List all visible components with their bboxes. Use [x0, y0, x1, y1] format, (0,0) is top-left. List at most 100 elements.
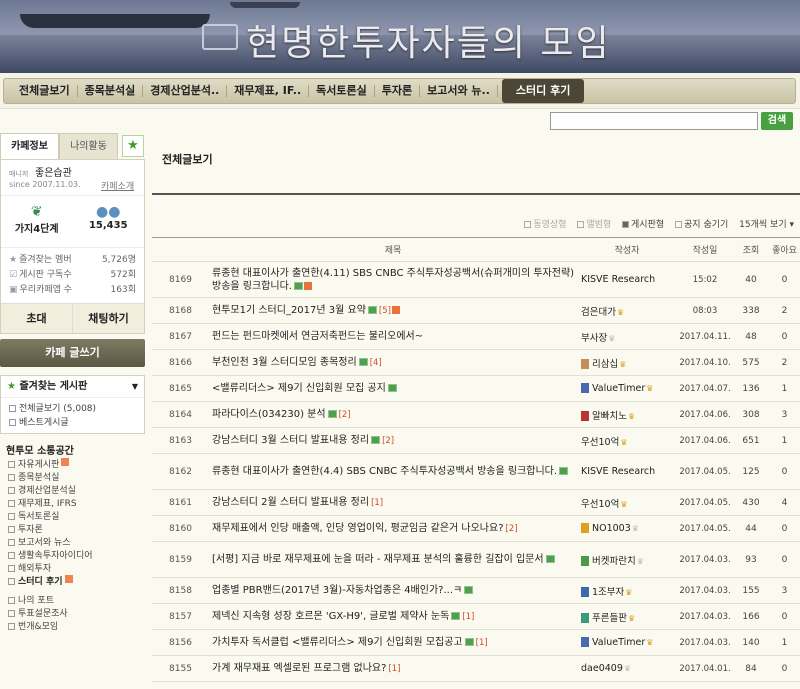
post-author[interactable]: 우선10억 — [581, 499, 619, 510]
manager-name[interactable]: 좋은습관 — [35, 164, 72, 179]
menu-item[interactable]: 해외투자 — [0, 561, 145, 574]
post-title-link[interactable]: 파라다이스(034230) 분석 — [212, 409, 326, 420]
comment-count[interactable]: [4] — [370, 358, 382, 368]
post-title-link[interactable]: 강남스터디 2월 스터디 발표내용 정리 — [212, 497, 369, 508]
menu-item[interactable]: 나의 포트 — [0, 593, 145, 606]
menu-item[interactable]: 보고서와 뉴스 — [0, 535, 145, 548]
menu-item[interactable]: 투자론 — [0, 522, 145, 535]
view-album[interactable]: 앨범형 — [577, 217, 611, 230]
nav-item-active[interactable]: 스터디 후기 — [501, 79, 585, 103]
post-title-link[interactable]: 재무제표에서 인당 매출액, 인당 영업이익, 평균임금 같은거 나오나요? — [212, 523, 504, 534]
per-page-select[interactable]: 15개씩 보기 ▾ — [739, 217, 794, 230]
fav-header[interactable]: ★ 즐겨찾는 게시판 ▼ — [1, 376, 144, 398]
menu-item[interactable]: 자유게시판 — [0, 457, 145, 470]
post-title-cell: 가계 재무재표 엑셀로된 프로그램 없나요? [1] — [209, 655, 577, 682]
post-author[interactable]: 부사장 — [581, 333, 607, 344]
view-board[interactable]: 게시판형 — [622, 217, 664, 230]
post-author[interactable]: KISVE Research — [581, 466, 655, 477]
star-icon[interactable]: ★ — [122, 135, 144, 157]
view-video[interactable]: 동영상형 — [524, 217, 566, 230]
member-stat[interactable]: ●● 15,435 — [73, 196, 145, 247]
post-title-link[interactable]: 펀드는 펀드마켓에서 연금저축펀드는 불리오에서~ — [212, 331, 423, 342]
comment-count[interactable]: [1] — [371, 498, 383, 508]
board-icon — [8, 500, 15, 507]
post-title-link[interactable]: 류종현 대표이사가 출연한(4.11) SBS CNBC 주식투자성공백서(슈퍼… — [212, 268, 574, 292]
post-title-link[interactable]: 현투모1기 스터디_2017년 3월 요약 — [212, 305, 366, 316]
post-author[interactable]: dae0409 — [581, 663, 623, 674]
post-author[interactable]: 알빠치노 — [592, 411, 627, 422]
tab-my-activity[interactable]: 나의활동 — [59, 133, 118, 159]
tab-cafe-info[interactable]: 카페정보 — [0, 133, 59, 159]
comment-count[interactable]: [1] — [476, 638, 488, 648]
post-title-link[interactable]: 가치투자 독서클럽 <밸류리더스> 제9기 신입회원 모집공고 — [212, 637, 463, 648]
cafe-intro-link[interactable]: 카페소개 — [101, 179, 134, 192]
post-title-link[interactable]: 가계 재무재표 엑셀로된 프로그램 없나요? — [212, 663, 386, 674]
post-number: 8161 — [152, 489, 209, 516]
comment-count[interactable]: [5] — [379, 306, 391, 316]
post-title-link[interactable]: 제넥신 지속형 성장 호르몬 'GX-H9', 글로벌 제약사 눈독 — [212, 611, 449, 622]
nav-item[interactable]: 재무제표, IF.. — [227, 85, 310, 97]
write-post-button[interactable]: 카페 글쓰기 — [0, 339, 145, 367]
nav-item[interactable]: 투자론 — [375, 85, 421, 97]
post-title-link[interactable]: 강남스터디 3월 스터디 발표내용 정리 — [212, 435, 369, 446]
crown-icon: ♛ — [646, 384, 654, 393]
fav-board-label: 베스트게시글 — [19, 418, 69, 428]
post-likes: 0 — [769, 655, 800, 682]
fav-board-item[interactable]: 베스트게시글 — [1, 415, 144, 429]
post-author[interactable]: ValueTimer — [592, 637, 645, 648]
comment-count[interactable]: [2] — [339, 410, 351, 420]
menu-item[interactable]: 생활속투자아이디어 — [0, 548, 145, 561]
chat-button[interactable]: 채팅하기 — [73, 304, 144, 333]
comment-count[interactable]: [2] — [506, 524, 518, 534]
post-title-link[interactable]: 업종별 PBR밴드(2017년 3월)-자동차업종은 4배인가?...ㅋ — [212, 585, 462, 596]
menu-label: 경제산업분석실 — [18, 486, 76, 496]
menu-label: 투표설문조사 — [18, 609, 68, 619]
hide-notice-checkbox[interactable] — [675, 221, 683, 228]
post-title-link[interactable]: 류종현 대표이사가 출연한(4.4) SBS CNBC 주식투자성공백서 방송을… — [212, 466, 557, 477]
post-title-link[interactable]: 부천인천 3월 스터디모임 종목정리 — [212, 357, 357, 368]
post-author[interactable]: NO1003 — [592, 523, 631, 534]
nav-item[interactable]: 독서토론실 — [309, 85, 375, 97]
nav-item[interactable]: 보고서와 뉴.. — [420, 85, 498, 97]
menu-item[interactable]: 종목분석실 — [0, 470, 145, 483]
post-author-cell: NO1003♛ — [577, 515, 677, 542]
post-title-link[interactable]: <밸류리더스> 제9기 신입회원 모집 공지 — [212, 383, 386, 394]
nav-item[interactable]: 종목분석실 — [78, 85, 144, 97]
post-author[interactable]: 1조부자 — [592, 587, 624, 598]
album-view-icon — [577, 221, 585, 228]
menu-item[interactable]: 번개&모임 — [0, 619, 145, 632]
post-title-link[interactable]: [서평] 지금 바로 재무제표에 눈을 떠라 - 재무제표 분석의 훌륭한 길잡… — [212, 554, 544, 565]
crown-icon: ♛ — [627, 613, 636, 623]
search-button[interactable]: 검색 — [761, 112, 793, 130]
menu-item[interactable]: 스터디 후기 — [0, 574, 145, 587]
member-level-icon: ♛ — [608, 333, 616, 343]
cafe-title[interactable]: 현명한투자자들의 모임 — [246, 14, 611, 66]
post-author[interactable]: 리삼십 — [592, 359, 618, 370]
search-input[interactable] — [550, 112, 758, 130]
menu-item[interactable]: 경제산업분석실 — [0, 483, 145, 496]
comment-count[interactable]: [1] — [388, 664, 400, 674]
menu-item[interactable]: 재무제표, IFRS — [0, 496, 145, 509]
comment-count[interactable]: [1] — [462, 612, 474, 622]
post-author[interactable]: ValueTimer — [592, 383, 645, 394]
post-views: 125 — [733, 453, 769, 490]
nav-item[interactable]: 전체글보기 — [12, 85, 78, 97]
post-author[interactable]: 푸른들판 — [592, 613, 627, 624]
post-author[interactable]: 우선10억 — [581, 437, 619, 448]
cafe-profile: 매니저 좋은습관 since 2007.11.03. 카페소개 ❦ 가지4단계 … — [0, 159, 145, 334]
post-author[interactable]: 버켓파란치 — [592, 556, 636, 567]
invite-button[interactable]: 초대 — [1, 304, 73, 333]
post-author[interactable]: KISVE Research — [581, 274, 655, 285]
menu-item[interactable]: 투표설문조사 — [0, 606, 145, 619]
menu-item[interactable]: 독서토론실 — [0, 509, 145, 522]
post-views: 166 — [733, 603, 769, 630]
comment-count[interactable]: [2] — [382, 436, 394, 446]
fav-board-item[interactable]: 전체글보기 (5,008) — [1, 401, 144, 415]
nav-item[interactable]: 경제산업분석.. — [143, 85, 228, 97]
star-icon: ★ — [7, 381, 16, 392]
hide-notice[interactable]: 공지 숨기기 — [675, 217, 728, 230]
post-number: 8160 — [152, 515, 209, 542]
chevron-down-icon[interactable]: ▼ — [132, 376, 138, 398]
level-stat[interactable]: ❦ 가지4단계 — [1, 196, 73, 247]
post-author[interactable]: 검은대가 — [581, 307, 616, 318]
